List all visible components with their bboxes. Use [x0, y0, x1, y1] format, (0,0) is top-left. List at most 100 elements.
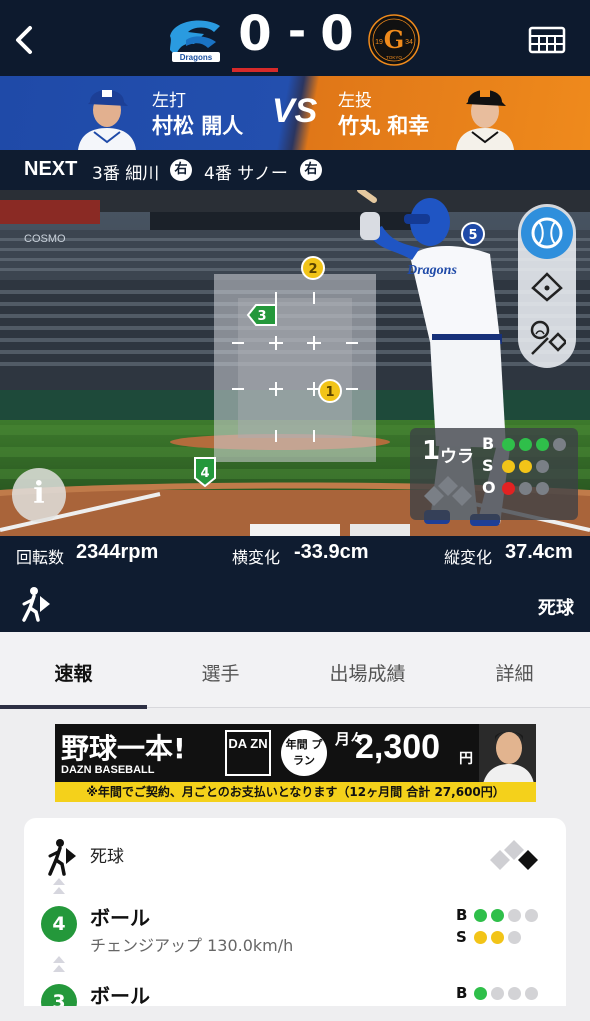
home-score: 0 [238, 6, 272, 62]
ball-dot [525, 987, 538, 1000]
balls-label: B [456, 906, 468, 924]
scoreboard-icon[interactable] [528, 26, 566, 54]
svg-text:34: 34 [405, 39, 413, 46]
chevron-up-icon [53, 956, 65, 972]
count-panel: 1 ウラ B S O [410, 428, 578, 520]
batter-view-icon[interactable] [528, 320, 566, 356]
ad-subtitle: DAZN BASEBALL [61, 764, 155, 776]
pitch-marker-number: 3 [257, 309, 266, 324]
batter-photo[interactable] [74, 80, 140, 150]
vbreak-label: 縦変化 [444, 548, 493, 567]
pitch-result: ボール [90, 984, 150, 1008]
balls-label: B [482, 434, 495, 453]
pitch-marker[interactable]: 2 [301, 256, 325, 280]
outs-label: O [482, 478, 496, 497]
pitch-view-button[interactable] [521, 207, 573, 259]
info-icon: i [33, 476, 45, 511]
ad-yen: 円 [459, 751, 473, 767]
tab-players[interactable]: 選手 [147, 632, 294, 708]
matchup-banner: 左打 村松 開人 VS 左投 竹丸 和幸 [0, 76, 590, 150]
pitch-marker-number: 2 [308, 262, 317, 277]
hbreak-value: -33.9cm [294, 541, 369, 563]
vbreak-value: 37.4cm [505, 541, 573, 563]
home-team-logo: Dragons [170, 20, 220, 62]
svg-text:19: 19 [375, 39, 383, 46]
chevron-up-icon [53, 878, 65, 894]
inning-number: 1 [422, 436, 441, 466]
ball-dot [502, 438, 515, 451]
ball-dot [519, 438, 532, 451]
svg-text:TOKYO: TOKYO [386, 55, 402, 60]
tab-stats[interactable]: 出場成績 [294, 632, 441, 708]
next-batter-1: 3番 細川 [92, 164, 160, 184]
pitcher-photo[interactable] [452, 80, 518, 150]
ball-dot [536, 438, 549, 451]
view-mode-switcher [518, 204, 576, 368]
baseball-icon [531, 217, 563, 249]
dazn-ad-banner[interactable]: 野球一本! DAZN BASEBALL DA ZN 年間 プラン 月々 2,30… [55, 724, 536, 802]
ad-plan-badge: 年間 プラン [281, 730, 327, 776]
ad-title: 野球一本! [61, 732, 186, 765]
pitch-marker-number: 5 [468, 228, 477, 243]
strike-dot [474, 931, 487, 944]
pitcher-role: 左投 [338, 91, 372, 111]
batter-role: 左打 [152, 91, 186, 111]
out-dot [536, 482, 549, 495]
hbreak-label: 横変化 [232, 548, 281, 567]
svg-text:COSMO: COSMO [24, 233, 66, 245]
away-team-logo: G 19 34 TOKYO [368, 14, 420, 66]
strike-dot [502, 460, 515, 473]
dazn-logo: DA ZN [225, 730, 271, 776]
pitch-marker[interactable]: 1 [318, 379, 342, 403]
svg-text:Dragons: Dragons [406, 263, 457, 278]
play-result: 死球 [538, 598, 574, 619]
pitch-result: ボール [90, 906, 150, 930]
ball-dot [491, 987, 504, 1000]
svg-text:Dragons: Dragons [180, 53, 213, 62]
pitch-marker[interactable]: 5 [461, 222, 485, 246]
spin-value: 2344rpm [76, 541, 159, 563]
strikes-label: S [482, 456, 494, 475]
ad-person-photo [479, 724, 536, 784]
walk-icon [22, 587, 50, 622]
pitch-type: チェンジアップ 130.0km/h [90, 936, 294, 955]
strike-dot [536, 460, 549, 473]
bottom-safe-area [0, 1006, 590, 1021]
ball-dot [553, 438, 566, 451]
pitch-number: 4 [41, 906, 77, 942]
tab-details[interactable]: 詳細 [441, 632, 588, 708]
strike-dot [508, 931, 521, 944]
ad-price: 2,300 [355, 728, 441, 766]
bases-icon [490, 840, 538, 870]
away-score: 0 [320, 6, 354, 62]
pitch-view: COSMO Dragons 1 2 3 4 5 1 ウラ B S O i [0, 190, 590, 536]
inning-half: ウラ [440, 447, 474, 467]
pitch-marker-number: 4 [200, 466, 209, 481]
strikes-label: S [456, 928, 467, 946]
vs-label: VS [272, 92, 318, 130]
info-button[interactable]: i [12, 468, 66, 522]
ball-dot [474, 987, 487, 1000]
field-view-icon[interactable] [529, 270, 565, 302]
out-dot [502, 482, 515, 495]
out-dot [519, 482, 532, 495]
ball-dot [474, 909, 487, 922]
svg-text:G: G [384, 25, 405, 54]
spin-label: 回転数 [16, 548, 65, 567]
pitch-stats-bar: 回転数 2344rpm 横変化 -33.9cm 縦変化 37.4cm 死球 [0, 536, 590, 632]
tab-live[interactable]: 速報 [0, 632, 147, 708]
pitcher-name[interactable]: 竹丸 和幸 [338, 110, 429, 140]
active-tab-indicator [0, 705, 147, 709]
ball-dot [525, 909, 538, 922]
next-batters-bar: NEXT 3番 細川 右 4番 サノー 右 [0, 150, 590, 190]
ball-dot [491, 909, 504, 922]
strike-dot [491, 931, 504, 944]
batter-name[interactable]: 村松 開人 [152, 110, 243, 140]
strike-dot [519, 460, 532, 473]
score-separator: - [287, 6, 307, 57]
ball-dot [508, 987, 521, 1000]
next-batter-2: 4番 サノー [204, 164, 288, 184]
back-chevron-icon[interactable] [10, 20, 40, 60]
ad-monthly: 月々 [335, 730, 366, 748]
next-label: NEXT [24, 158, 78, 180]
